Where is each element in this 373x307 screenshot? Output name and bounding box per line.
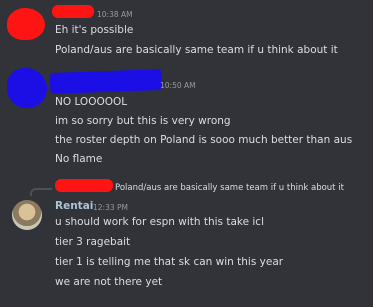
timestamp: 10:38 AM xyxy=(97,10,133,19)
avatar[interactable] xyxy=(7,8,45,40)
message-line: tier 3 ragebait xyxy=(55,236,131,248)
message-line: NO LOOOOOL xyxy=(55,96,128,108)
message-line: Poland/aus are basically same team if u … xyxy=(55,44,338,56)
avatar[interactable] xyxy=(12,200,42,230)
message-line: im so sorry but this is very wrong xyxy=(55,115,231,127)
message-line: the roster depth on Poland is sooo much … xyxy=(55,134,353,146)
message-line: we are not there yet xyxy=(55,276,163,288)
author-name[interactable]: Rentai xyxy=(55,200,93,212)
timestamp: 10:50 AM xyxy=(160,81,196,90)
message-line: Eh it's possible xyxy=(55,24,134,36)
timestamp: 12:33 PM xyxy=(93,203,128,212)
message-line: No flame xyxy=(55,153,103,165)
message-line: u should work for espn with this take ic… xyxy=(55,216,265,228)
username-redaction xyxy=(49,69,163,94)
avatar[interactable] xyxy=(7,68,47,108)
reply-preview[interactable]: Poland/aus are basically same team if u … xyxy=(115,183,344,193)
reply-username-redaction xyxy=(55,179,113,192)
reply-connector xyxy=(30,188,52,196)
message-line: tier 1 is telling me that sk can win thi… xyxy=(55,256,284,268)
username-redaction xyxy=(52,5,94,18)
